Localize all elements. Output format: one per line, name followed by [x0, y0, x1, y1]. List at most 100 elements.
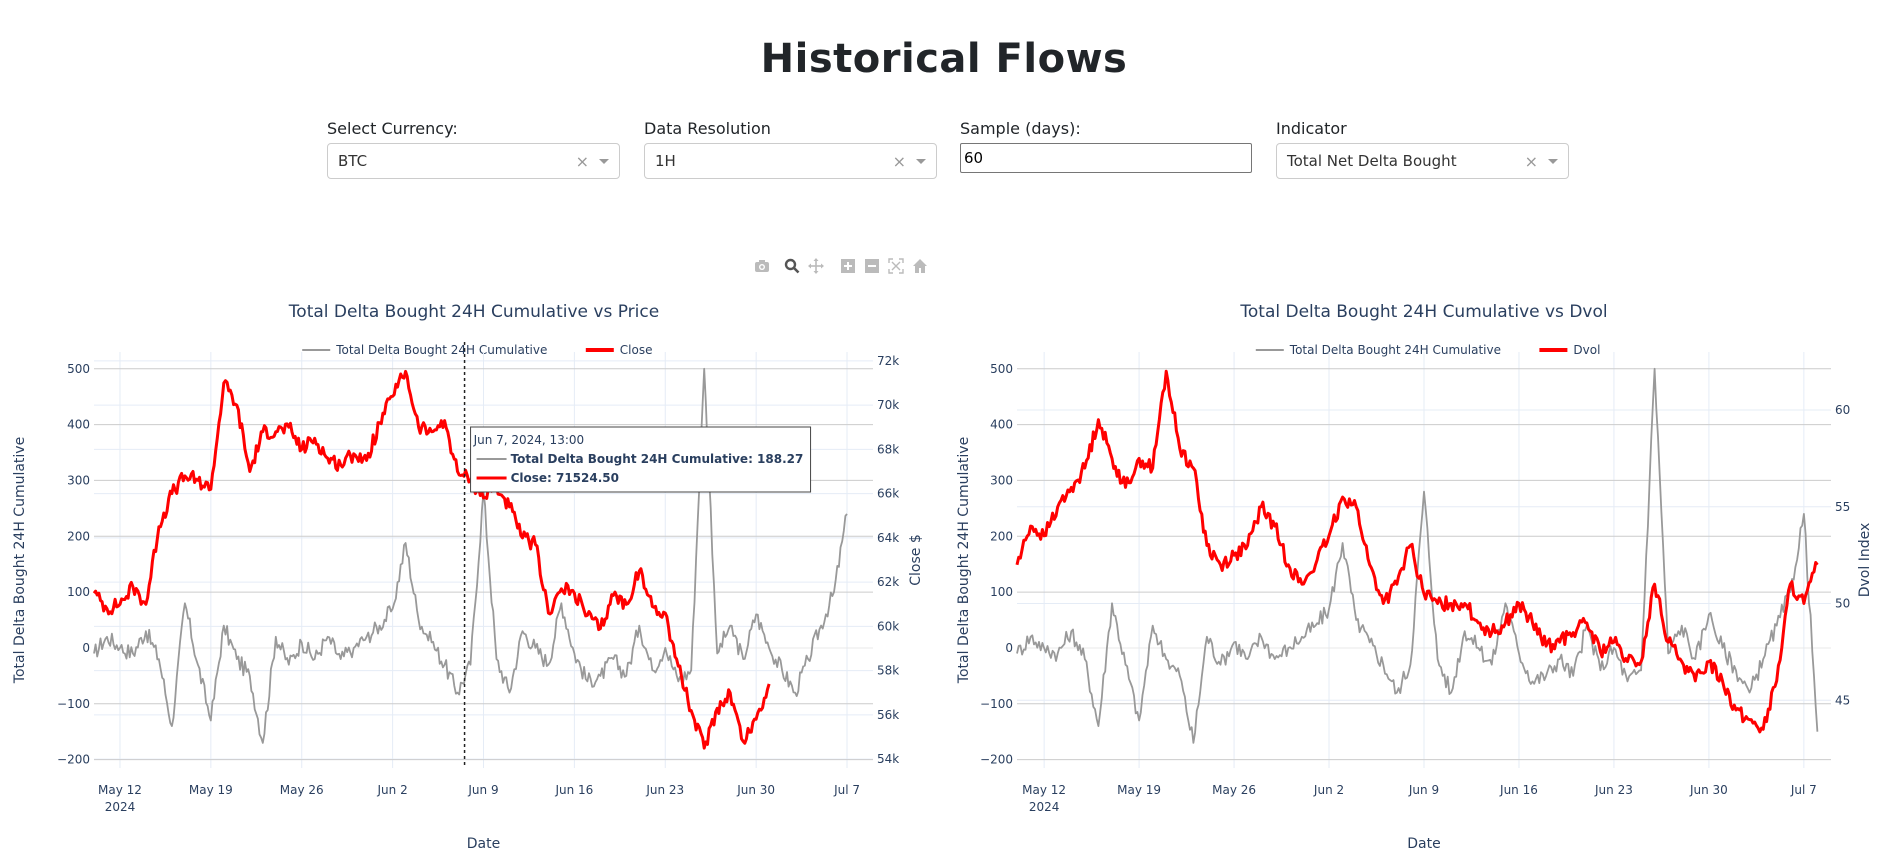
reset-axes-icon[interactable] [908, 256, 932, 276]
y-axis-title: Total Delta Bought 24H Cumulative [956, 437, 972, 684]
tooltip-line-delta: Total Delta Bought 24H Cumulative: 188.2… [511, 452, 804, 466]
x-tick-label: May 26 [1212, 783, 1256, 797]
x-tick-label: Jun 16 [1499, 783, 1538, 797]
y2-tick-label: 62k [877, 575, 899, 589]
y-tick-label: −100 [57, 697, 90, 711]
camera-icon[interactable] [750, 256, 774, 276]
dvol-chart[interactable]: Total Delta Bought 24H Cumulative vs Dvo… [944, 275, 1888, 865]
resolution-value: 1H [655, 152, 676, 170]
chevron-down-icon[interactable] [916, 159, 926, 164]
y2-axis-title: Close $ [908, 534, 924, 586]
resolution-control: Data Resolution 1H × [644, 119, 937, 179]
clear-icon[interactable]: × [893, 152, 906, 171]
x-tick-label: Jun 30 [736, 783, 775, 797]
legend: Total Delta Bought 24H Cumulative Close [302, 343, 653, 357]
zoom-icon[interactable] [780, 256, 804, 276]
legend-label: Total Delta Bought 24H Cumulative [1289, 343, 1501, 357]
legend: Total Delta Bought 24H Cumulative Dvol [1255, 343, 1600, 357]
legend-item[interactable]: Dvol [1539, 343, 1600, 357]
y-tick-label: 400 [67, 418, 90, 432]
chart-modebar [750, 256, 932, 276]
y-tick-label: 100 [67, 585, 90, 599]
pan-icon[interactable] [804, 256, 828, 276]
y-tick-label: 400 [990, 418, 1013, 432]
legend-item[interactable]: Total Delta Bought 24H Cumulative [1255, 343, 1501, 357]
y2-tick-label: 68k [877, 442, 899, 456]
y-tick-label: 300 [990, 473, 1013, 487]
chart-title: Total Delta Bought 24H Cumulative vs Dvo… [1239, 302, 1607, 322]
y2-tick-label: 55 [1835, 500, 1850, 514]
y2-tick-label: 58k [877, 664, 899, 678]
y-tick-label: 0 [1005, 641, 1013, 655]
chevron-down-icon[interactable] [599, 159, 609, 164]
y2-tick-label: 50 [1835, 597, 1850, 611]
x-tick-label: Jul 7 [833, 783, 860, 797]
chevron-down-icon[interactable] [1548, 159, 1558, 164]
y2-tick-label: 54k [877, 752, 899, 766]
price-chart[interactable]: Total Delta Bought 24H Cumulative vs Pri… [0, 275, 944, 865]
hover-tooltip: Jun 7, 2024, 13:00 Total Delta Bought 24H… [470, 426, 812, 493]
y-tick-label: −200 [980, 753, 1013, 767]
x-tick-label: Jun 30 [1689, 783, 1728, 797]
sample-days-input[interactable] [960, 143, 1252, 173]
x-year-label: 2024 [105, 800, 136, 814]
chart-title: Total Delta Bought 24H Cumulative vs Pri… [288, 302, 659, 322]
x-tick-label: Jun 2 [1313, 783, 1344, 797]
legend-item[interactable]: Close [585, 343, 653, 357]
sample-control: Sample (days): [960, 119, 1253, 173]
y2-tick-label: 60k [877, 619, 899, 633]
currency-control: Select Currency: BTC × [327, 119, 620, 179]
y2-tick-label: 56k [877, 708, 899, 722]
clear-icon[interactable]: × [1525, 152, 1538, 171]
currency-select[interactable]: BTC × [327, 143, 620, 179]
indicator-select[interactable]: Total Net Delta Bought × [1276, 143, 1569, 179]
y2-tick-label: 60 [1835, 403, 1850, 417]
indicator-label: Indicator [1276, 119, 1347, 138]
tooltip-line-close: Close: 71524.50 [511, 471, 619, 485]
x-axis-title: Date [467, 836, 500, 852]
resolution-select[interactable]: 1H × [644, 143, 937, 179]
legend-item[interactable]: Total Delta Bought 24H Cumulative [302, 343, 547, 357]
series-line-secondary[interactable] [1015, 369, 1819, 734]
x-tick-label: Jul 7 [1790, 783, 1817, 797]
sample-label: Sample (days): [960, 119, 1081, 138]
y-axis-title: Total Delta Bought 24H Cumulative [12, 437, 28, 684]
tooltip-date: Jun 7, 2024, 13:00 [473, 433, 585, 447]
legend-label: Dvol [1573, 343, 1600, 357]
y-tick-label: 200 [990, 529, 1013, 543]
zoom-out-icon[interactable] [860, 256, 884, 276]
legend-label: Total Delta Bought 24H Cumulative [335, 343, 547, 357]
y-tick-label: 300 [67, 473, 90, 487]
y-tick-label: −100 [980, 697, 1013, 711]
x-tick-label: Jun 23 [645, 783, 684, 797]
x-tick-label: May 26 [280, 783, 324, 797]
currency-label: Select Currency: [327, 119, 458, 138]
x-tick-label: May 12 [1022, 783, 1066, 797]
y2-tick-label: 72k [877, 354, 899, 368]
y2-tick-label: 64k [877, 531, 899, 545]
x-tick-label: Jun 9 [467, 783, 498, 797]
x-tick-label: Jun 9 [1408, 783, 1439, 797]
page-title: Historical Flows [760, 36, 1128, 82]
x-tick-label: May 12 [98, 783, 142, 797]
y-tick-label: 0 [82, 641, 90, 655]
x-tick-label: May 19 [189, 783, 233, 797]
y-tick-label: 100 [990, 585, 1013, 599]
resolution-label: Data Resolution [644, 119, 771, 138]
y-tick-label: 200 [67, 529, 90, 543]
x-tick-label: Jun 16 [554, 783, 593, 797]
y-tick-label: 500 [67, 362, 90, 376]
clear-icon[interactable]: × [576, 152, 589, 171]
legend-label: Close [620, 343, 653, 357]
currency-value: BTC [338, 152, 368, 170]
x-tick-label: May 19 [1117, 783, 1161, 797]
autoscale-icon[interactable] [884, 256, 908, 276]
y2-tick-label: 66k [877, 487, 899, 501]
y2-tick-label: 45 [1835, 693, 1850, 707]
zoom-in-icon[interactable] [836, 256, 860, 276]
indicator-control: Indicator Total Net Delta Bought × [1276, 119, 1569, 179]
indicator-value: Total Net Delta Bought [1287, 152, 1457, 170]
x-tick-label: Jun 23 [1594, 783, 1633, 797]
y2-axis-title: Dvol Index [1857, 523, 1873, 598]
x-axis-title: Date [1407, 836, 1440, 852]
